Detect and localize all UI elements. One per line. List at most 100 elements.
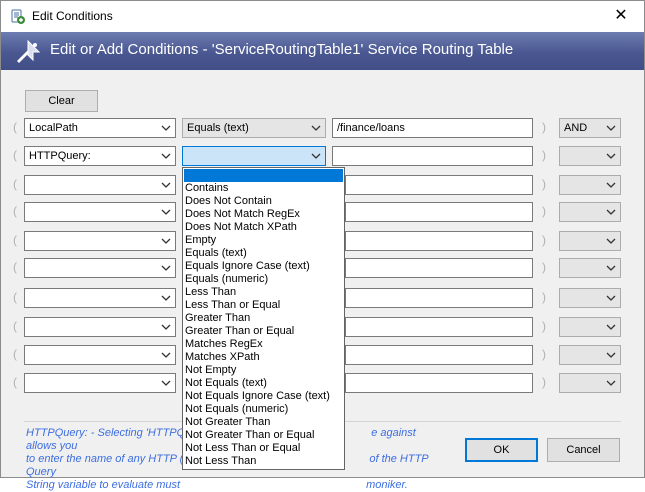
value-input[interactable] [345,175,533,195]
close-paren[interactable]: ) [542,233,546,247]
value-input[interactable] [345,373,533,393]
close-paren[interactable]: ) [542,177,546,191]
dropdown-option[interactable]: Not Greater Than [185,416,270,429]
dropdown-option[interactable]: Empty [185,234,216,247]
value-input[interactable] [332,146,533,166]
app-icon [11,9,25,24]
dropdown-option[interactable]: Equals (numeric) [185,273,268,286]
close-paren[interactable]: ) [542,290,546,304]
open-paren[interactable]: ( [13,347,17,361]
logic-select[interactable] [559,345,621,365]
dropdown-option[interactable]: Not Greater Than or Equal [185,429,314,442]
close-paren[interactable]: ) [542,260,546,274]
open-paren[interactable]: ( [13,120,17,134]
value-input[interactable] [345,317,533,337]
field-select[interactable]: HTTPQuery: [24,146,176,166]
dropdown-option[interactable]: Equals Ignore Case (text) [185,260,310,273]
dropdown-option[interactable]: Less Than or Equal [185,299,280,312]
value-input[interactable] [345,231,533,251]
dropdown-option[interactable]: Less Than [185,286,236,299]
dropdown-option[interactable]: Not Less Than [185,455,256,468]
dropdown-option[interactable]: Greater Than [185,312,250,325]
value-input[interactable] [345,202,533,222]
dropdown-option[interactable]: Does Not Match XPath [185,221,297,234]
logic-select[interactable] [559,258,621,278]
chevron-down-icon [161,151,171,161]
window-title: Edit Conditions [32,9,113,23]
dropdown-option[interactable]: Not Empty [185,364,236,377]
field-select[interactable]: LocalPath [24,118,176,138]
open-paren[interactable]: ( [13,148,17,162]
chevron-down-icon [606,378,616,388]
logic-select[interactable] [559,202,621,222]
chevron-down-icon [606,180,616,190]
field-select[interactable] [24,288,176,308]
header-banner: Edit or Add Conditions - 'ServiceRouting… [1,32,644,70]
chevron-down-icon [311,123,321,133]
open-paren[interactable]: ( [13,177,17,191]
value-input-text: /finance/loans [337,122,405,134]
dropdown-option[interactable]: Does Not Match RegEx [185,208,300,221]
dropdown-option[interactable]: Not Equals Ignore Case (text) [185,390,330,403]
dropdown-option[interactable]: Not Equals (text) [185,377,267,390]
logic-select[interactable] [559,175,621,195]
dropdown-option[interactable]: Equals (text) [185,247,247,260]
field-select-value: LocalPath [29,122,78,134]
highlighted-option[interactable] [184,169,343,182]
dropdown-option[interactable]: Matches RegEx [185,338,263,351]
chevron-down-icon [606,350,616,360]
field-select[interactable] [24,202,176,222]
close-button[interactable]: ✕ [598,1,644,31]
dropdown-option[interactable]: Greater Than or Equal [185,325,294,338]
close-paren[interactable]: ) [542,347,546,361]
edit-conditions-dialog: Edit Conditions ✕ Edit or Add Conditions… [0,0,645,491]
open-paren[interactable]: ( [13,290,17,304]
title-bar: Edit Conditions ✕ [1,1,644,32]
banner-icon [17,39,41,63]
field-select[interactable] [24,175,176,195]
logic-select[interactable]: AND [559,118,621,138]
ok-button[interactable]: OK [465,438,538,462]
logic-select[interactable] [559,231,621,251]
operator-select[interactable]: Equals (text) [182,118,326,138]
dropdown-option[interactable]: Contains [185,182,228,195]
open-paren[interactable]: ( [13,260,17,274]
dropdown-option[interactable]: Matches XPath [185,351,260,364]
chevron-down-icon [161,207,171,217]
close-paren[interactable]: ) [542,375,546,389]
chevron-down-icon [311,151,321,161]
open-paren[interactable]: ( [13,375,17,389]
close-paren[interactable]: ) [542,319,546,333]
help-line-3: String variable to evaluate must moniker. [26,479,408,491]
operator-dropdown-list[interactable]: Contains Does Not Contain Does Not Match R… [182,167,345,470]
open-paren[interactable]: ( [13,233,17,247]
cancel-button[interactable]: Cancel [547,438,620,462]
dropdown-option[interactable]: Does Not Contain [185,195,272,208]
value-input[interactable]: /finance/loans [332,118,533,138]
dropdown-option[interactable]: Not Equals (numeric) [185,403,288,416]
chevron-down-icon [161,123,171,133]
operator-select-value: Equals (text) [187,122,249,134]
value-input[interactable] [345,345,533,365]
chevron-down-icon [606,293,616,303]
open-paren[interactable]: ( [13,204,17,218]
field-select[interactable] [24,258,176,278]
clear-button[interactable]: Clear [25,90,98,112]
field-select[interactable] [24,345,176,365]
chevron-down-icon [161,236,171,246]
value-input[interactable] [345,288,533,308]
close-paren[interactable]: ) [542,120,546,134]
field-select[interactable] [24,231,176,251]
logic-select[interactable] [559,317,621,337]
field-select[interactable] [24,373,176,393]
close-paren[interactable]: ) [542,204,546,218]
logic-select[interactable] [559,373,621,393]
open-paren[interactable]: ( [13,319,17,333]
value-input[interactable] [345,258,533,278]
close-paren[interactable]: ) [542,148,546,162]
dropdown-option[interactable]: Not Less Than or Equal [185,442,300,455]
logic-select[interactable] [559,288,621,308]
operator-select[interactable] [182,146,326,166]
logic-select[interactable] [559,146,621,166]
field-select[interactable] [24,317,176,337]
